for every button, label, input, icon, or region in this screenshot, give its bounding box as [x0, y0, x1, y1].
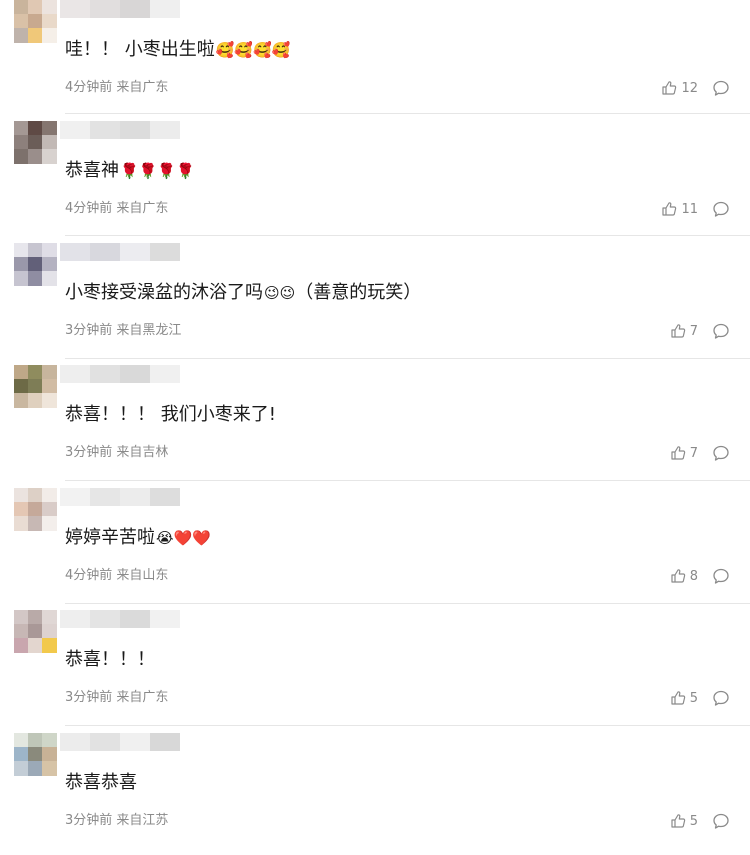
comment-location: 来自广东 — [116, 201, 169, 216]
comment-item: 婷婷辛苦啦😭❤️❤️ 4分钟前 来自山东 8 — [0, 488, 750, 610]
divider — [65, 725, 750, 726]
comment-time: 3分钟前 — [65, 445, 113, 460]
comment-location: 来自黑龙江 — [116, 323, 182, 338]
like-button[interactable]: 7 — [670, 323, 698, 339]
like-button[interactable]: 5 — [670, 813, 698, 829]
avatar[interactable] — [14, 610, 57, 653]
comment-body: 小枣接受澡盆的沐浴了吗 — [65, 282, 263, 303]
comment-location: 来自吉林 — [116, 445, 169, 460]
like-button[interactable]: 8 — [670, 568, 698, 584]
comment-location: 来自广东 — [116, 80, 169, 95]
avatar[interactable] — [14, 121, 57, 164]
thumbs-up-icon — [670, 813, 686, 829]
thumbs-up-icon — [670, 323, 686, 339]
comment-text: 婷婷辛苦啦😭❤️❤️ — [65, 526, 211, 550]
emoji-sequence: 😭❤️❤️ — [156, 529, 211, 547]
like-button[interactable]: 12 — [661, 80, 698, 96]
comment-meta: 3分钟前 来自江苏 — [65, 813, 168, 829]
emoji-sequence: 😉😉 — [264, 284, 296, 302]
comment-item: 恭喜！！！ 我们小枣来了! 3分钟前 来自吉林 7 — [0, 365, 750, 487]
like-count: 11 — [681, 201, 698, 217]
comment-meta: 3分钟前 来自广东 — [65, 690, 168, 706]
comment-meta: 4分钟前 来自广东 — [65, 201, 168, 217]
comment-meta: 4分钟前 来自山东 — [65, 568, 168, 584]
comment-text: 恭喜！！！ — [65, 648, 155, 672]
comment-text: 小枣接受澡盆的沐浴了吗😉😉（善意的玩笑） — [65, 281, 421, 305]
like-count: 5 — [689, 813, 698, 829]
like-count: 5 — [689, 690, 698, 706]
comment-item: 恭喜神🌹🌹🌹🌹 4分钟前 来自广东 11 — [0, 121, 750, 243]
comment-icon[interactable] — [712, 200, 730, 218]
comment-location: 来自江苏 — [116, 813, 169, 828]
comment-location: 来自山东 — [116, 568, 169, 583]
comment-icon[interactable] — [712, 567, 730, 585]
comment-icon[interactable] — [712, 812, 730, 830]
comment-time: 4分钟前 — [65, 80, 113, 95]
comment-body: 恭喜！！！ 我们小枣来了! — [65, 404, 276, 425]
thumbs-up-icon — [670, 568, 686, 584]
like-count: 12 — [681, 80, 698, 96]
comment-suffix: （善意的玩笑） — [295, 282, 422, 303]
comment-text: 哇！！ 小枣出生啦🥰🥰🥰🥰 — [65, 38, 290, 62]
emoji-sequence: 🥰🥰🥰🥰 — [215, 41, 291, 59]
thumbs-up-icon — [661, 80, 677, 96]
comment-meta: 4分钟前 来自广东 — [65, 80, 168, 96]
comment-text: 恭喜恭喜 — [65, 771, 137, 795]
like-count: 7 — [689, 323, 698, 339]
avatar[interactable] — [14, 488, 57, 531]
comment-icon[interactable] — [712, 689, 730, 707]
comment-icon[interactable] — [712, 322, 730, 340]
comment-item: 小枣接受澡盆的沐浴了吗😉😉（善意的玩笑） 3分钟前 来自黑龙江 7 — [0, 243, 750, 365]
comment-body: 恭喜神 — [65, 160, 119, 181]
divider — [65, 113, 750, 114]
comment-time: 3分钟前 — [65, 323, 113, 338]
divider — [65, 235, 750, 236]
comment-item: 哇！！ 小枣出生啦🥰🥰🥰🥰 4分钟前 来自广东 12 — [0, 0, 750, 122]
comment-location: 来自广东 — [116, 690, 169, 705]
comment-text: 恭喜！！！ 我们小枣来了! — [65, 403, 276, 427]
comment-time: 3分钟前 — [65, 813, 113, 828]
comment-time: 4分钟前 — [65, 201, 113, 216]
comment-body: 哇！！ 小枣出生啦 — [65, 39, 215, 60]
like-button[interactable]: 11 — [661, 201, 698, 217]
avatar[interactable] — [14, 733, 57, 776]
like-count: 8 — [689, 568, 698, 584]
emoji-sequence: 🌹🌹🌹🌹 — [120, 162, 195, 180]
like-button[interactable]: 5 — [670, 690, 698, 706]
comment-body: 恭喜恭喜 — [65, 772, 137, 793]
comment-body: 恭喜！！！ — [65, 649, 155, 670]
comment-item: 恭喜！！！ 3分钟前 来自广东 5 — [0, 610, 750, 732]
like-count: 7 — [689, 445, 698, 461]
comment-icon[interactable] — [712, 79, 730, 97]
like-button[interactable]: 7 — [670, 445, 698, 461]
comment-meta: 3分钟前 来自黑龙江 — [65, 323, 181, 339]
thumbs-up-icon — [670, 690, 686, 706]
comment-time: 3分钟前 — [65, 690, 113, 705]
comment-icon[interactable] — [712, 444, 730, 462]
comment-item: 恭喜恭喜 3分钟前 来自江苏 5 — [0, 733, 750, 855]
divider — [65, 480, 750, 481]
avatar[interactable] — [14, 0, 57, 43]
avatar[interactable] — [14, 243, 57, 286]
comment-time: 4分钟前 — [65, 568, 113, 583]
thumbs-up-icon — [670, 445, 686, 461]
comment-text: 恭喜神🌹🌹🌹🌹 — [65, 159, 195, 183]
divider — [65, 358, 750, 359]
comment-body: 婷婷辛苦啦 — [65, 527, 155, 548]
divider — [65, 603, 750, 604]
avatar[interactable] — [14, 365, 57, 408]
comment-meta: 3分钟前 来自吉林 — [65, 445, 168, 461]
thumbs-up-icon — [661, 201, 677, 217]
